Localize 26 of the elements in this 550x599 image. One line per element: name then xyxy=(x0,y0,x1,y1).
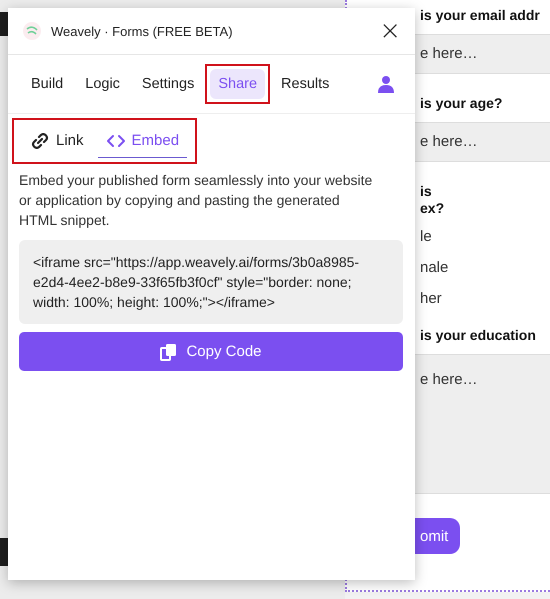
description-text: Embed your published form seamlessly into your website or application by copying and pasting the generated HTML snippet. xyxy=(19,171,374,230)
panel-edge xyxy=(0,538,8,566)
option-label[interactable]: her xyxy=(418,289,550,320)
close-button[interactable]: × xyxy=(379,18,401,44)
sub-tab[interactable]: Embed xyxy=(98,124,188,158)
copy-icon xyxy=(160,342,178,360)
logo-icon xyxy=(22,21,42,41)
option-label[interactable]: le xyxy=(418,227,550,258)
copy-code-button[interactable]: Copy Code xyxy=(19,332,403,371)
tab[interactable]: Settings xyxy=(134,69,202,99)
dialog-title: Weavely · Forms (FREE BETA) xyxy=(51,24,234,38)
option-label[interactable]: nale xyxy=(418,258,550,289)
tab[interactable]: Results xyxy=(273,69,338,99)
user-icon[interactable] xyxy=(377,75,395,93)
code-icon xyxy=(106,132,126,148)
tab[interactable]: Logic xyxy=(77,69,128,99)
tab[interactable]: Build xyxy=(23,69,72,99)
tab[interactable]: Share xyxy=(210,69,266,99)
code-snippet[interactable]: <iframe src="https://app.weavely.ai/forms/3b0a8985-e2d4-4ee2-b8e9-33f65fb3f0cf" style="border: none; width: 100%; height: 100%;"></iframe> xyxy=(19,240,403,324)
question-label: is your email addr xyxy=(419,6,541,25)
question-label: is your education xyxy=(419,326,537,345)
panel-edge xyxy=(0,12,8,36)
sub-tab[interactable]: Link xyxy=(22,124,92,158)
link-icon xyxy=(30,132,50,148)
question-label: is ex? xyxy=(419,182,446,218)
question-label: is your age? xyxy=(419,94,504,113)
